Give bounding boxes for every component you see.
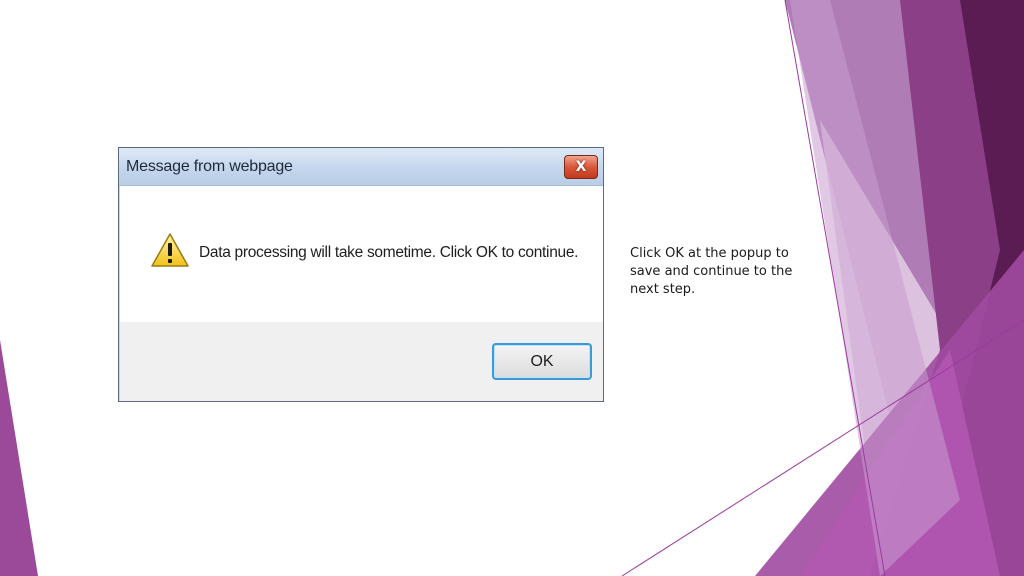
message-dialog: Message from webpage X Data processing w… [118, 147, 604, 402]
dialog-title: Message from webpage [126, 158, 293, 175]
close-icon: X [575, 159, 587, 175]
ok-button[interactable]: OK [492, 343, 592, 380]
ok-button-label: OK [530, 353, 554, 370]
dialog-footer: OK [120, 322, 603, 401]
left-edge-shape [0, 340, 38, 576]
dialog-titlebar: Message from webpage X [119, 148, 603, 186]
instruction-caption: Click OK at the popup to save and contin… [630, 246, 793, 297]
dialog-content: Data processing will take sometime. Clic… [120, 186, 603, 322]
warning-icon [151, 233, 189, 267]
close-button[interactable]: X [564, 155, 598, 179]
dialog-message: Data processing will take sometime. Clic… [199, 244, 579, 261]
slide: Message from webpage X Data processing w… [0, 0, 1024, 576]
